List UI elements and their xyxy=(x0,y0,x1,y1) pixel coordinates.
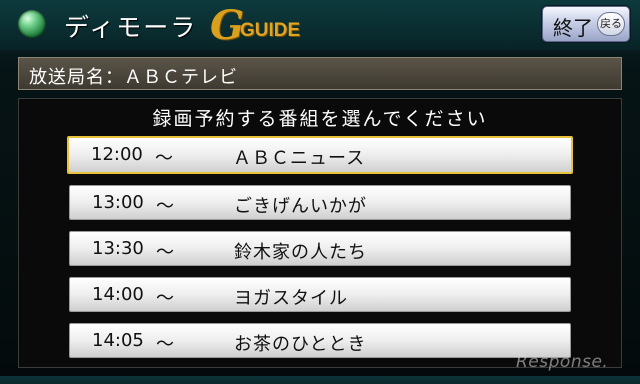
program-row[interactable]: 14:05 ～ お茶のひととき xyxy=(69,323,571,358)
header-bar: ディモーラ G GUIDE 終了 戻る xyxy=(0,0,640,50)
watermark: Response. xyxy=(516,352,609,372)
program-row[interactable]: 14:00 ～ ヨガスタイル xyxy=(69,277,571,312)
program-tilde: ～ xyxy=(156,196,174,217)
program-tilde: ～ xyxy=(156,288,174,309)
program-title: ＡＢＣニュース xyxy=(233,148,366,169)
program-tilde: ～ xyxy=(155,148,173,169)
program-title: 鈴木家の人たち xyxy=(234,242,367,263)
program-title: ごきげんいかが xyxy=(234,196,367,217)
program-time: 14:05 xyxy=(92,330,144,351)
status-orb-icon xyxy=(18,10,46,38)
station-name-bar: 放送局名：ＡＢＣテレビ xyxy=(18,57,622,90)
program-row[interactable]: 13:30 ～ 鈴木家の人たち xyxy=(69,231,571,266)
program-time: 14:00 xyxy=(92,284,144,305)
g-guide-logo: G GUIDE xyxy=(210,6,320,46)
program-title: ヨガスタイル xyxy=(234,288,348,309)
program-time: 12:00 xyxy=(91,144,143,165)
back-button[interactable]: 戻る xyxy=(597,12,625,36)
screen: ディモーラ G GUIDE 終了 戻る 放送局名：ＡＢＣテレビ 録画予約する番組… xyxy=(0,0,640,384)
end-button[interactable]: 終了 戻る xyxy=(542,6,630,42)
program-time: 13:00 xyxy=(92,192,144,213)
end-button-label: 終了 xyxy=(553,16,593,40)
app-title: ディモーラ xyxy=(64,13,198,42)
logo-guide-text: GUIDE xyxy=(240,20,301,41)
program-row[interactable]: 13:00 ～ ごきげんいかが xyxy=(69,185,571,220)
program-title: お茶のひととき xyxy=(234,334,367,355)
program-time: 13:30 xyxy=(92,238,144,259)
program-tilde: ～ xyxy=(156,334,174,355)
program-tilde: ～ xyxy=(156,242,174,263)
bottom-bar xyxy=(0,376,640,384)
list-prompt: 録画予約する番組を選んでください xyxy=(152,108,488,130)
program-row[interactable]: 12:00 ～ ＡＢＣニュース xyxy=(67,136,573,174)
station-name-label: 放送局名：ＡＢＣテレビ xyxy=(29,67,238,88)
